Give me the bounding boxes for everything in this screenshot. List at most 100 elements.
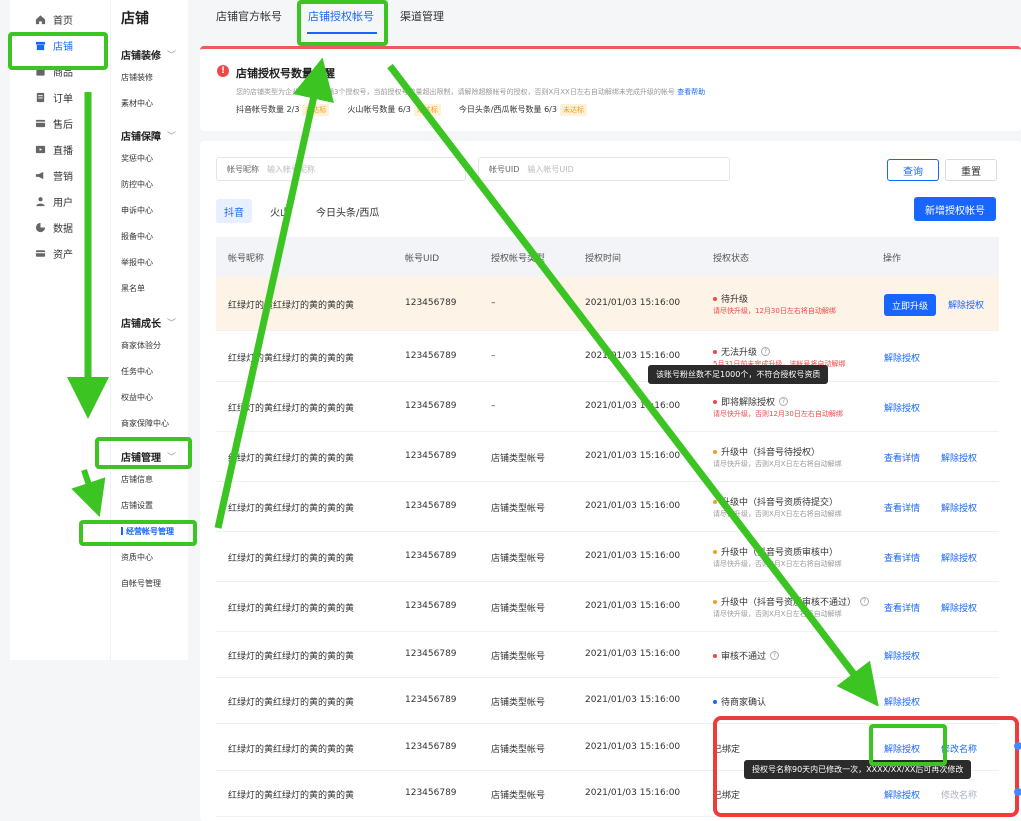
- status-dot: [713, 399, 717, 404]
- main-nav-item[interactable]: 订单: [10, 87, 110, 107]
- sub-nav-section-label: 店铺成长: [121, 319, 161, 330]
- help-icon[interactable]: ?: [779, 397, 789, 406]
- add-authorized-account-button[interactable]: 新增授权帐号: [914, 197, 996, 221]
- cell-type: 店铺类型帐号: [491, 604, 546, 614]
- sub-nav-item-label: 商家保障中心: [121, 419, 169, 428]
- sub-nav-item[interactable]: 资质中心: [121, 552, 153, 563]
- sub-nav-item[interactable]: 店铺信息: [121, 474, 153, 485]
- main-nav-item[interactable]: 首页: [10, 9, 110, 29]
- sub-nav-item[interactable]: 奖惩中心: [121, 153, 153, 164]
- status-label: 升级中（抖音号待授权）: [721, 448, 821, 458]
- tab-official-account[interactable]: 店铺官方帐号: [216, 8, 282, 24]
- cell-time: 2021/01/03 15:16:00: [585, 451, 681, 461]
- main-nav-label: 营销: [53, 171, 73, 183]
- sub-nav-item[interactable]: 举报中心: [121, 257, 153, 268]
- main-nav-item[interactable]: 资产: [10, 243, 110, 263]
- help-icon[interactable]: ?: [770, 651, 780, 660]
- sub-nav-item[interactable]: 店铺设置: [121, 500, 153, 511]
- action-link[interactable]: 解除授权: [948, 298, 984, 311]
- status-hint: 请尽快升级，否则X月X日左右将自动解绑: [713, 460, 842, 468]
- main-nav-item[interactable]: 数据: [10, 217, 110, 237]
- sub-nav-item[interactable]: 防控中心: [121, 179, 153, 190]
- query-button[interactable]: 查询: [887, 159, 939, 181]
- status-dot: [713, 296, 717, 301]
- cell-uid: 123456789: [405, 551, 457, 561]
- cell-uid: 123456789: [405, 788, 457, 798]
- action-link[interactable]: 解除授权: [884, 695, 920, 708]
- uid-input[interactable]: 输入帐号UID: [527, 164, 573, 175]
- table-row: 红绿灯的黄红绿灯的黄的黄的黄 123456789 – 2021/01/03 15:16…: [216, 331, 999, 382]
- cell-nickname: 红绿灯的黄红绿灯的黄的黄的黄: [228, 554, 355, 564]
- annotation-box-store-management: [95, 437, 192, 469]
- cell-nickname: 红绿灯的黄红绿灯的黄的黄的黄: [228, 604, 355, 614]
- chart-icon: [35, 222, 46, 233]
- upgrade-now-button[interactable]: 立即升级: [884, 294, 936, 316]
- cell-nickname: 红绿灯的黄红绿灯的黄的黄的黄: [228, 745, 355, 755]
- cell-type: 店铺类型帐号: [491, 791, 546, 801]
- status-dot: [713, 699, 717, 704]
- nickname-input[interactable]: 输入帐号昵称: [267, 164, 315, 175]
- status-label: 升级中（抖音号资质审核中）: [721, 548, 839, 558]
- status-hint: 请尽快升级，否则X月X日左右将自动解绑: [713, 610, 842, 618]
- main-nav-item[interactable]: 营销: [10, 165, 110, 185]
- action-link[interactable]: 解除授权: [941, 451, 977, 464]
- uid-filter[interactable]: 帐号UID 输入帐号UID: [478, 157, 730, 181]
- sub-nav-item[interactable]: 素材中心: [121, 98, 153, 109]
- status-label: 无法升级: [721, 348, 758, 358]
- cell-nickname: 红绿灯的黄红绿灯的黄的黄的黄: [228, 354, 355, 364]
- cell-time: 2021/01/03 15:16:00: [585, 601, 681, 611]
- action-link[interactable]: 解除授权: [941, 501, 977, 514]
- main-nav-item[interactable]: 直播: [10, 139, 110, 159]
- tab-channel-management[interactable]: 渠道管理: [400, 8, 444, 24]
- status-label: 即将解除授权: [721, 398, 776, 408]
- help-icon[interactable]: ?: [761, 347, 771, 356]
- help-link[interactable]: 查看帮助: [677, 88, 705, 96]
- cell-type: –: [491, 298, 496, 308]
- sub-nav-item[interactable]: 商家体验分: [121, 340, 161, 351]
- status-hint: 请尽快升级，否则12月30日左右自动解绑: [713, 410, 843, 418]
- sub-nav-item[interactable]: 店铺装修: [121, 72, 153, 83]
- sub-nav-item-label: 资质中心: [121, 553, 153, 562]
- table-row: 红绿灯的黄红绿灯的黄的黄的黄 123456789 店铺类型帐号 2021/01/03 …: [216, 582, 999, 632]
- status-dot: [713, 349, 717, 354]
- platform-tab-douyin[interactable]: 抖音: [216, 199, 252, 223]
- sub-nav-item[interactable]: 商家保障中心: [121, 418, 169, 429]
- help-icon[interactable]: ?: [860, 597, 870, 606]
- table-row: 红绿灯的黄红绿灯的黄的黄的黄 123456789 – 2021/01/03 15:16…: [216, 277, 999, 331]
- action-link[interactable]: 解除授权: [884, 649, 920, 662]
- sub-nav-section[interactable]: 店铺保障 ﹀: [121, 128, 176, 143]
- sub-nav-item[interactable]: 自帐号管理: [121, 578, 161, 589]
- action-link[interactable]: 查看详情: [884, 601, 920, 614]
- cell-nickname: 红绿灯的黄红绿灯的黄的黄的黄: [228, 791, 355, 801]
- sub-nav-item[interactable]: 黑名单: [121, 283, 145, 294]
- action-link[interactable]: 解除授权: [941, 551, 977, 564]
- action-link[interactable]: 查看详情: [884, 551, 920, 564]
- sub-nav-item[interactable]: 任务中心: [121, 366, 153, 377]
- col-type: 授权帐号类型: [491, 254, 546, 264]
- sub-nav-item[interactable]: 申诉中心: [121, 205, 153, 216]
- platform-tab-toutiao[interactable]: 今日头条/西瓜: [308, 199, 387, 223]
- sub-nav-item[interactable]: 权益中心: [121, 392, 153, 403]
- cell-time: 2021/01/03 15:16:00: [585, 742, 681, 752]
- sub-nav-item-label: 权益中心: [121, 393, 153, 402]
- action-link[interactable]: 查看详情: [884, 451, 920, 464]
- action-link[interactable]: 查看详情: [884, 501, 920, 514]
- status-label: 待商家确认: [721, 698, 767, 708]
- huoshan-count-label: 火山帐号数量 6/3: [347, 105, 411, 114]
- action-link[interactable]: 解除授权: [941, 601, 977, 614]
- sub-nav-item-label: 自帐号管理: [121, 579, 161, 588]
- reset-button[interactable]: 重置: [945, 159, 997, 181]
- cell-type: 店铺类型帐号: [491, 554, 546, 564]
- main-nav-item[interactable]: 售后: [10, 113, 110, 133]
- nickname-filter-label: 帐号昵称: [227, 164, 259, 174]
- sub-nav-section[interactable]: 店铺装修 ﹀: [121, 47, 176, 62]
- main-nav-item[interactable]: 用户: [10, 191, 110, 211]
- nickname-filter[interactable]: 帐号昵称 输入帐号昵称: [216, 157, 466, 181]
- sub-nav-item[interactable]: 报备中心: [121, 231, 153, 242]
- cell-time: 2021/01/03 15:16:00: [585, 649, 681, 659]
- action-link[interactable]: 解除授权: [884, 401, 920, 414]
- platform-tab-huoshan[interactable]: 火山: [262, 199, 298, 223]
- sub-nav-section[interactable]: 店铺成长 ﹀: [121, 315, 176, 330]
- cell-status: 升级中（抖音号资质审核中）: [713, 545, 838, 558]
- action-link[interactable]: 解除授权: [884, 351, 920, 364]
